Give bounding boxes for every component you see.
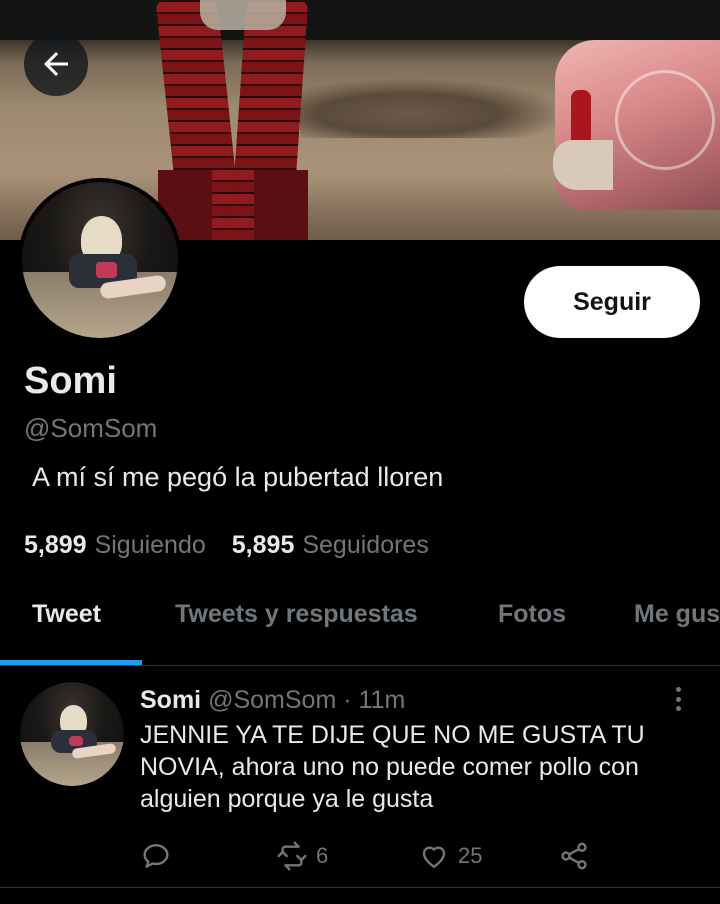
retweet-icon bbox=[277, 841, 307, 871]
page-bottom bbox=[0, 888, 720, 904]
followers-count: 5,895 bbox=[231, 531, 295, 559]
banner-car bbox=[553, 40, 720, 210]
tab-likes[interactable]: Me gus bbox=[634, 600, 720, 629]
followers-label: Seguidores bbox=[302, 531, 429, 559]
arrow-left-icon bbox=[44, 52, 68, 76]
like-button[interactable]: 25 bbox=[418, 836, 482, 876]
profile-name: Somi bbox=[24, 360, 117, 402]
reply-icon bbox=[143, 844, 169, 868]
tweet-text: JENNIE YA TE DIJE QUE NO ME GUSTA TU NOV… bbox=[140, 721, 645, 813]
retweet-count: 6 bbox=[316, 843, 329, 868]
tweet-author-name[interactable]: Somi bbox=[140, 686, 201, 714]
back-button[interactable] bbox=[24, 32, 88, 96]
like-icon bbox=[422, 846, 446, 868]
reply-button[interactable] bbox=[140, 836, 180, 876]
profile-stats: 5,899 Siguiendo 5,895 Seguidores bbox=[24, 531, 429, 560]
banner-rocks bbox=[300, 78, 570, 138]
tweet-timestamp[interactable]: 11m bbox=[359, 686, 406, 714]
tab-tweets-and-replies[interactable]: Tweets y respuestas bbox=[175, 600, 418, 629]
follow-button[interactable]: Seguir bbox=[524, 266, 700, 338]
tab-tweets[interactable]: Tweet bbox=[32, 600, 101, 629]
share-button[interactable] bbox=[558, 836, 590, 876]
followers-link[interactable]: 5,895 Seguidores bbox=[232, 531, 429, 560]
active-tab-indicator bbox=[0, 660, 142, 665]
profile-bio: A mí sí me pegó la pubertad lloren bbox=[32, 462, 444, 492]
tweet-avatar[interactable] bbox=[20, 682, 124, 786]
share-icon bbox=[561, 842, 587, 870]
banner-figure bbox=[150, 0, 310, 240]
profile-tabs: Tweet Tweets y respuestas Fotos Me gus bbox=[0, 580, 720, 666]
more-icon[interactable] bbox=[670, 684, 686, 714]
tweet-author-handle: @SomSom bbox=[208, 686, 337, 714]
tweet[interactable]: Somi @SomSom · 11m JENNIE YA TE DIJE QUE… bbox=[0, 666, 720, 888]
profile-avatar[interactable] bbox=[18, 178, 182, 342]
tweet-separator: · bbox=[343, 686, 352, 714]
banner-sky bbox=[0, 0, 720, 40]
tab-photos[interactable]: Fotos bbox=[498, 600, 566, 629]
tweet-actions: 6 25 bbox=[140, 836, 620, 876]
retweet-button[interactable]: 6 bbox=[276, 836, 328, 876]
like-count: 25 bbox=[458, 843, 483, 868]
profile-handle: @SomSom bbox=[24, 413, 158, 443]
following-link[interactable]: 5,899 Siguiendo bbox=[24, 531, 206, 560]
tweet-header: Somi @SomSom · 11m bbox=[140, 686, 405, 715]
following-count: 5,899 bbox=[24, 531, 87, 559]
following-label: Siguiendo bbox=[94, 531, 206, 559]
